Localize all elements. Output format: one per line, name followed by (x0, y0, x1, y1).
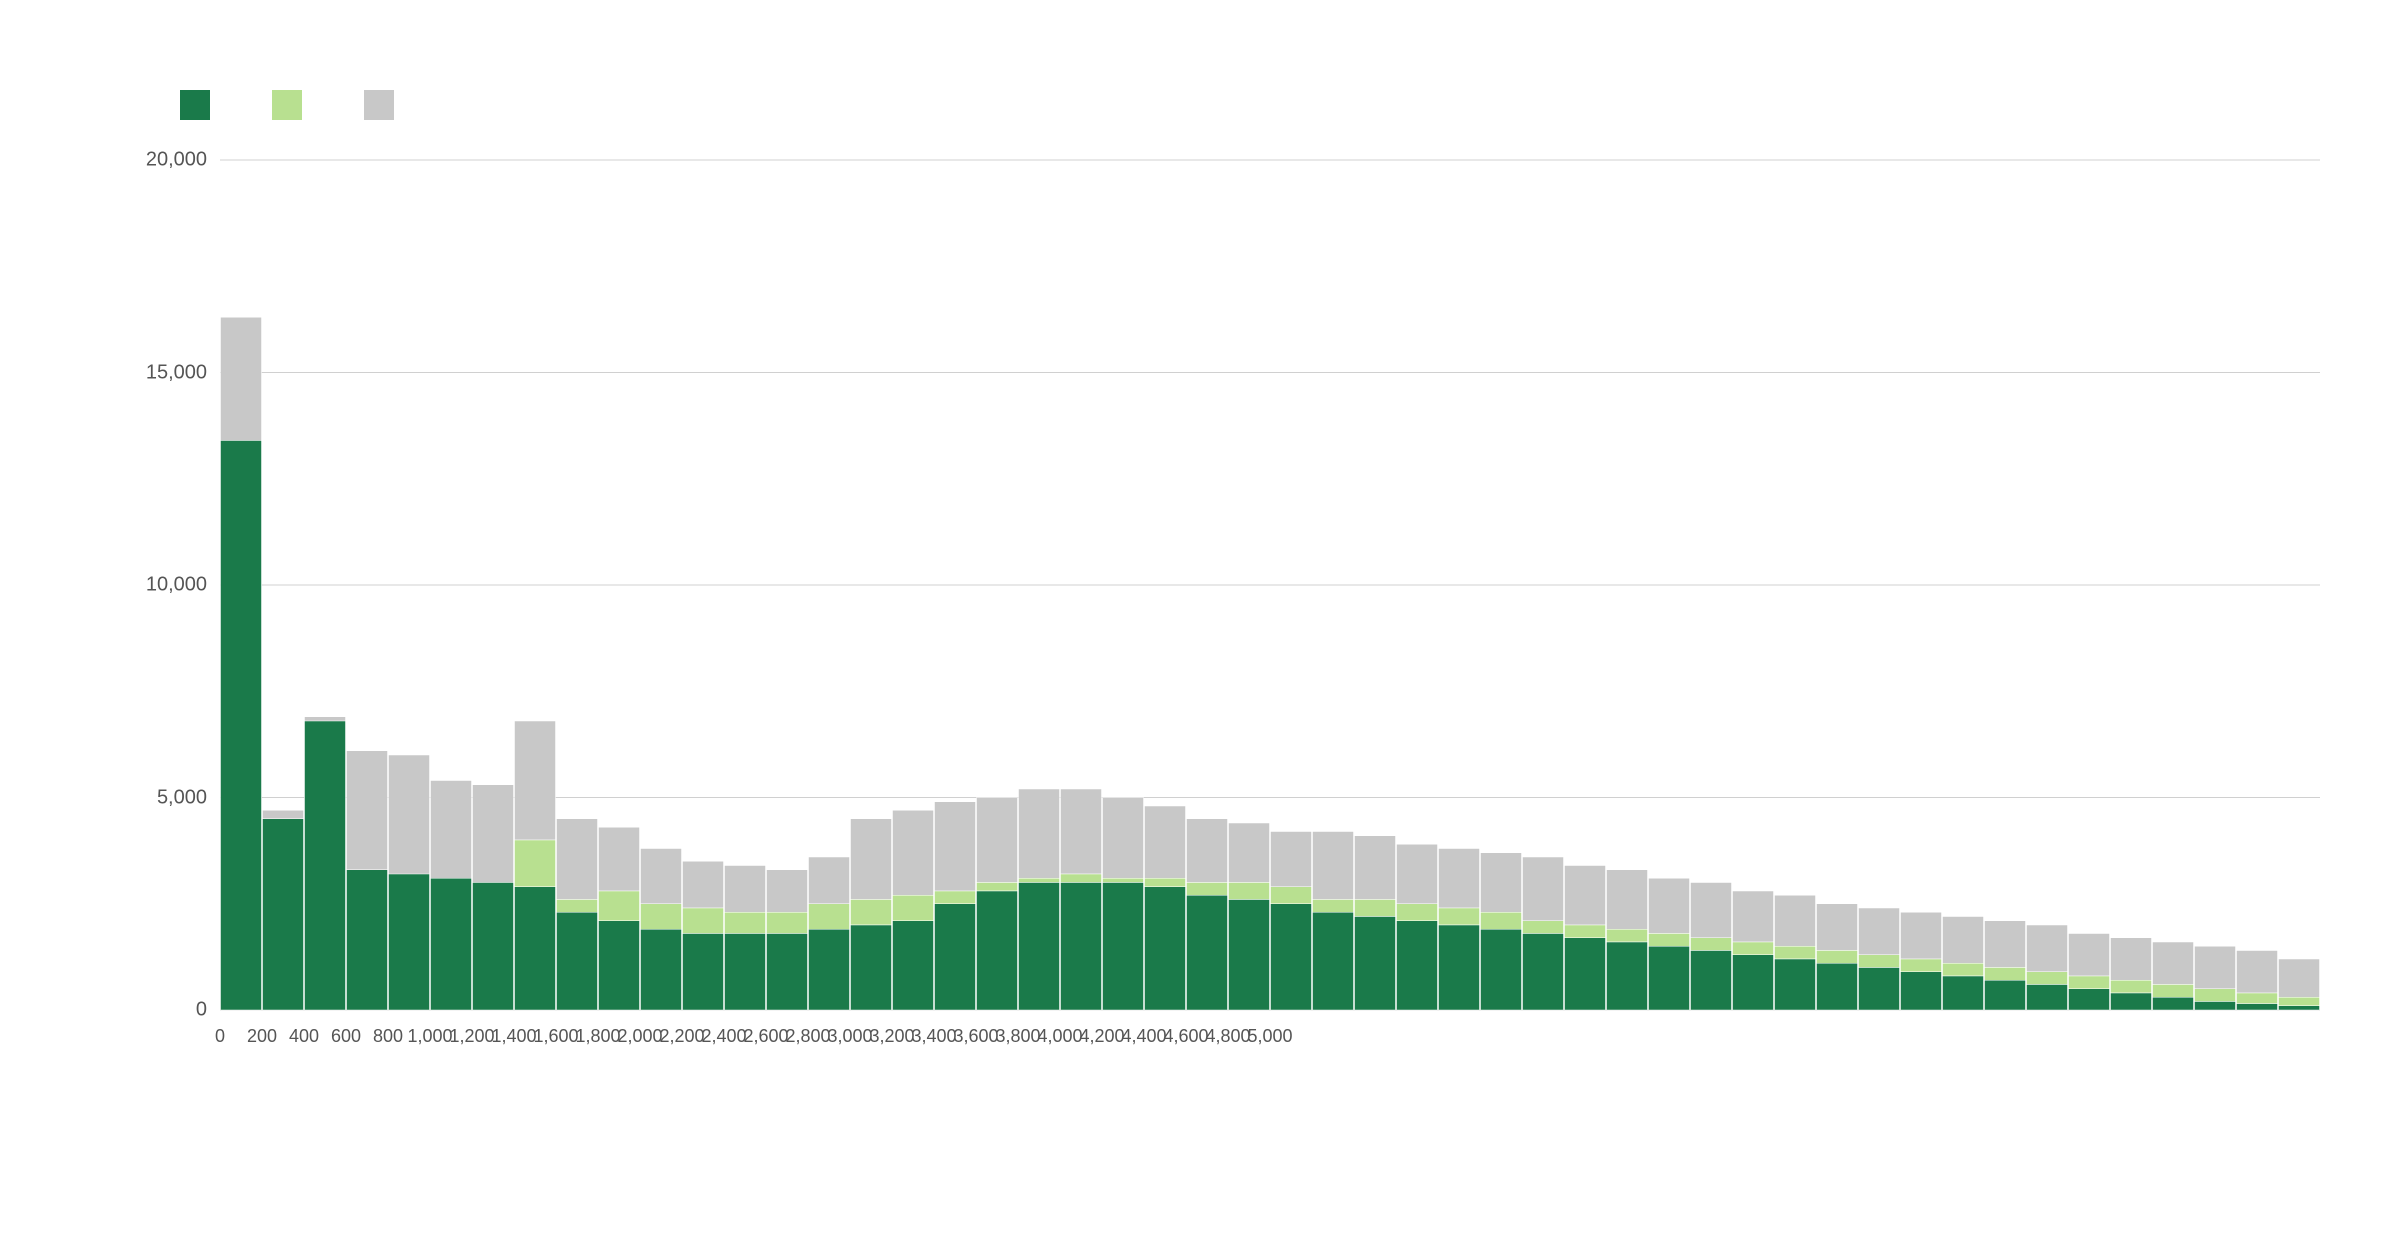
x-tick-label: 3,000 (827, 1018, 872, 1047)
chart-container: 02004006008001,0001,2001,4001,6001,8002,… (0, 0, 2400, 1250)
total-swatch (364, 90, 394, 120)
legend-item-supported (272, 90, 314, 120)
x-tick-label: 1,200 (449, 1018, 494, 1047)
x-tick-label: 1,000 (407, 1018, 452, 1047)
controlled-swatch (180, 90, 210, 120)
y-tick-label: 15,000 (146, 361, 215, 384)
y-tick-label: 10,000 (146, 574, 215, 597)
legend (180, 90, 2320, 120)
x-tick-label: 5,000 (1247, 1018, 1292, 1047)
x-tick-label: 2,600 (743, 1018, 788, 1047)
y-tick-label: 0 (196, 999, 215, 1022)
x-tick-label: 2,200 (659, 1018, 704, 1047)
x-tick-label: 4,800 (1205, 1018, 1250, 1047)
x-tick-label: 3,600 (953, 1018, 998, 1047)
y-tick-label: 20,000 (146, 149, 215, 172)
x-tick-label: 2,000 (617, 1018, 662, 1047)
x-tick-label: 600 (331, 1018, 361, 1047)
x-tick-label: 4,000 (1037, 1018, 1082, 1047)
y-ticks: 05,00010,00015,00020,000 (160, 160, 215, 1010)
x-axis: 02004006008001,0001,2001,4001,6001,8002,… (220, 1010, 2320, 1070)
chart-area: 02004006008001,0001,2001,4001,6001,8002,… (120, 160, 2320, 1070)
x-tick-label: 4,600 (1163, 1018, 1208, 1047)
y-axis-label (120, 160, 160, 1070)
x-tick-label: 2,400 (701, 1018, 746, 1047)
x-tick-label: 3,200 (869, 1018, 914, 1047)
x-tick-label: 3,800 (995, 1018, 1040, 1047)
x-tick-label: 1,400 (491, 1018, 536, 1047)
chart-inner: 02004006008001,0001,2001,4001,6001,8002,… (160, 160, 2320, 1070)
x-tick-label: 400 (289, 1018, 319, 1047)
legend-item-total (364, 90, 406, 120)
x-tick-label: 1,800 (575, 1018, 620, 1047)
x-tick-label: 3,400 (911, 1018, 956, 1047)
x-tick-label: 1,600 (533, 1018, 578, 1047)
y-tick-label: 5,000 (157, 786, 215, 809)
x-tick-label: 2,800 (785, 1018, 830, 1047)
x-tick-label: 800 (373, 1018, 403, 1047)
x-tick-label: 0 (215, 1018, 225, 1047)
legend-item-controlled (180, 90, 222, 120)
x-tick-label: 4,400 (1121, 1018, 1166, 1047)
x-tick-label: 4,200 (1079, 1018, 1124, 1047)
supported-swatch (272, 90, 302, 120)
x-tick-label: 200 (247, 1018, 277, 1047)
